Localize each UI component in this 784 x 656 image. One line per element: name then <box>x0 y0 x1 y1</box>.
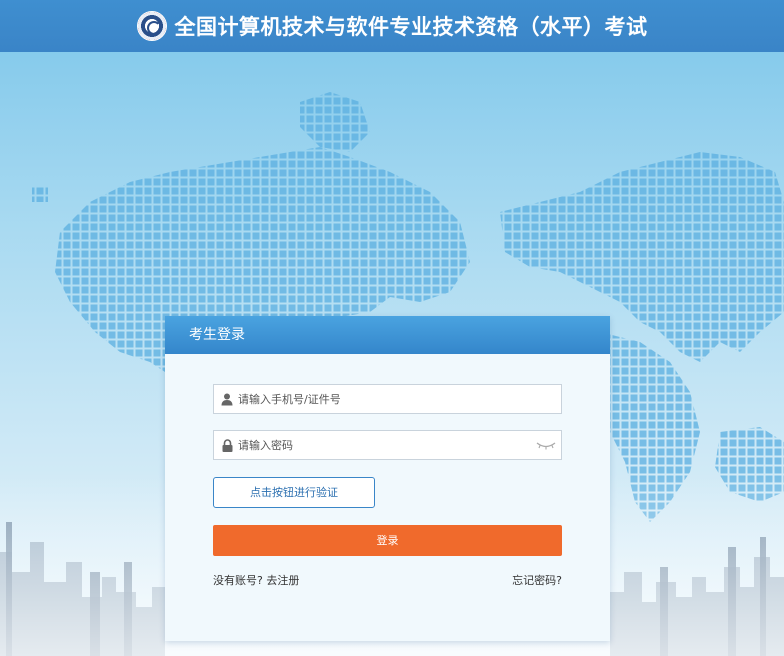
eye-closed-icon[interactable] <box>533 431 559 459</box>
user-icon <box>216 385 238 413</box>
no-account-text: 没有账号? <box>213 574 263 587</box>
exam-logo-icon <box>136 11 167 41</box>
login-button[interactable]: 登录 <box>213 525 562 556</box>
site-title: 全国计算机技术与软件专业技术资格（水平）考试 <box>174 15 648 39</box>
lock-icon <box>216 431 238 459</box>
username-field <box>213 384 562 414</box>
register-prompt: 没有账号? 去注册 <box>213 572 299 588</box>
login-panel: 考生登录 点击按钮进行验证 登录 没有账号? <box>165 316 610 641</box>
forgot-password-link[interactable]: 忘记密码? <box>512 572 562 588</box>
site-header: 全国计算机技术与软件专业技术资格（水平）考试 <box>0 0 784 52</box>
username-input[interactable] <box>238 385 561 413</box>
login-panel-title: 考生登录 <box>165 316 610 354</box>
password-input[interactable] <box>238 431 533 459</box>
captcha-verify-button[interactable]: 点击按钮进行验证 <box>213 477 375 508</box>
register-link[interactable]: 去注册 <box>266 574 299 587</box>
password-field <box>213 430 562 460</box>
